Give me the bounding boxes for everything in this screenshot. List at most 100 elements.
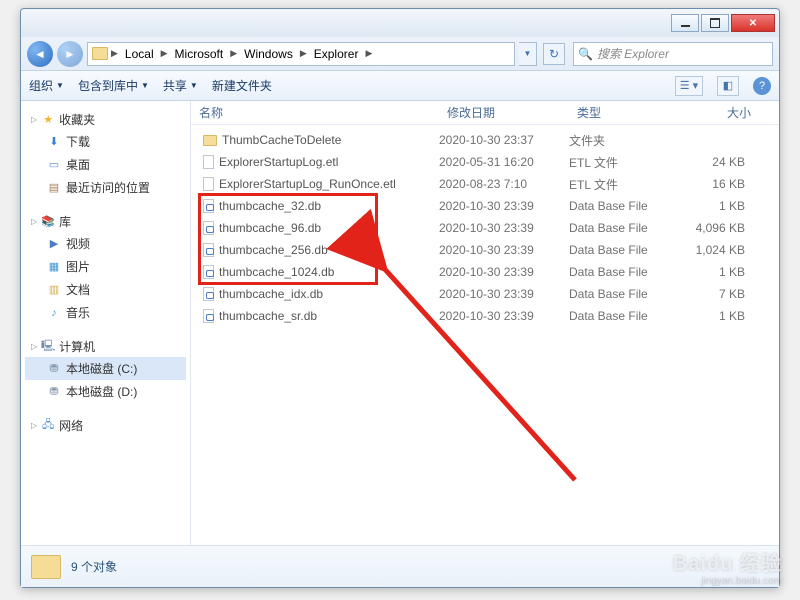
file-row[interactable]: ExplorerStartupLog_RunOnce.etl 2020-08-23… bbox=[191, 173, 779, 195]
file-row[interactable]: thumbcache_32.db 2020-10-30 23:39Data Bas… bbox=[191, 195, 779, 217]
search-placeholder: 搜索 Explorer bbox=[597, 45, 669, 62]
minimize-button[interactable] bbox=[671, 14, 699, 32]
forward-button[interactable]: ► bbox=[57, 41, 83, 67]
file-type: Data Base File bbox=[569, 287, 679, 301]
file-date: 2020-10-30 23:39 bbox=[439, 221, 569, 235]
file-size: 16 KB bbox=[679, 177, 759, 191]
header-type[interactable]: 类型 bbox=[569, 104, 679, 121]
computer-group[interactable]: ▷🖳计算机 bbox=[25, 336, 186, 357]
file-type: Data Base File bbox=[569, 199, 679, 213]
status-count: 9 个对象 bbox=[71, 558, 117, 575]
file-type: ETL 文件 bbox=[569, 154, 679, 171]
help-button[interactable]: ? bbox=[753, 77, 771, 95]
file-name: thumbcache_96.db bbox=[219, 221, 321, 235]
file-row[interactable]: thumbcache_idx.db2020-10-30 23:39Data Ba… bbox=[191, 283, 779, 305]
sidebar-item-desktop[interactable]: ▭桌面 bbox=[25, 153, 186, 176]
file-row[interactable]: thumbcache_1024.db 2020-10-30 23:39Data B… bbox=[191, 261, 779, 283]
sidebar-item-documents[interactable]: ▥文档 bbox=[25, 278, 186, 301]
file-size: 1 KB bbox=[679, 265, 759, 279]
download-icon: ⬇ bbox=[47, 135, 61, 149]
file-size: 7 KB bbox=[679, 287, 759, 301]
file-size: 1,024 KB bbox=[679, 243, 759, 257]
file-size: 1 KB bbox=[679, 199, 759, 213]
file-name: thumbcache_1024.db bbox=[219, 265, 334, 279]
db-icon bbox=[203, 309, 214, 323]
file-size: 1 KB bbox=[679, 309, 759, 323]
file-date: 2020-10-30 23:39 bbox=[439, 199, 569, 213]
music-icon: ♪ bbox=[47, 306, 61, 320]
new-folder-button[interactable]: 新建文件夹 bbox=[212, 77, 272, 94]
folder-icon bbox=[92, 47, 108, 60]
crumb-local[interactable]: Local bbox=[121, 43, 158, 65]
libraries-group[interactable]: ▷📚库 bbox=[25, 211, 186, 232]
sidebar-item-music[interactable]: ♪音乐 bbox=[25, 301, 186, 324]
sidebar-item-disk-d[interactable]: ⛃本地磁盘 (D:) bbox=[25, 380, 186, 403]
chevron-icon: ▶ bbox=[158, 48, 171, 59]
crumb-explorer[interactable]: Explorer bbox=[310, 43, 363, 65]
back-button[interactable]: ◄ bbox=[27, 41, 53, 67]
picture-icon: ▦ bbox=[47, 260, 61, 274]
history-dropdown[interactable]: ▼ bbox=[519, 42, 537, 66]
library-icon: 📚 bbox=[41, 215, 55, 229]
navigation-pane: ▷★收藏夹 ⬇下载 ▭桌面 ▤最近访问的位置 ▷📚库 ▶视频 ▦图片 ▥文档 ♪… bbox=[21, 101, 191, 545]
navbar: ◄ ► ▶ Local ▶ Microsoft ▶ Windows ▶ Expl… bbox=[21, 37, 779, 71]
recent-icon: ▤ bbox=[47, 181, 61, 195]
file-type: Data Base File bbox=[569, 309, 679, 323]
share-menu[interactable]: 共享▼ bbox=[163, 77, 198, 94]
sidebar-item-recent[interactable]: ▤最近访问的位置 bbox=[25, 176, 186, 199]
titlebar bbox=[21, 9, 779, 37]
folder-icon bbox=[31, 555, 61, 579]
network-group[interactable]: ▷🖧网络 bbox=[25, 415, 186, 436]
column-headers: 名称 修改日期 类型 大小 bbox=[191, 101, 779, 125]
file-row[interactable]: thumbcache_256.db2020-10-30 23:39Data Ba… bbox=[191, 239, 779, 261]
organize-menu[interactable]: 组织▼ bbox=[29, 77, 64, 94]
disk-icon: ⛃ bbox=[47, 362, 61, 376]
file-date: 2020-08-23 7:10 bbox=[439, 177, 569, 191]
favorites-group[interactable]: ▷★收藏夹 bbox=[25, 109, 186, 130]
file-name: thumbcache_32.db bbox=[219, 199, 321, 213]
file-date: 2020-10-30 23:39 bbox=[439, 309, 569, 323]
include-library-menu[interactable]: 包含到库中▼ bbox=[78, 77, 149, 94]
chevron-icon: ▶ bbox=[297, 48, 310, 59]
header-date[interactable]: 修改日期 bbox=[439, 104, 569, 121]
chevron-icon: ▶ bbox=[362, 48, 375, 59]
watermark-brand: Baidu 经验 bbox=[673, 552, 782, 576]
sidebar-item-videos[interactable]: ▶视频 bbox=[25, 232, 186, 255]
file-name: ExplorerStartupLog.etl bbox=[219, 155, 338, 169]
file-row[interactable]: thumbcache_96.db 2020-10-30 23:39Data Bas… bbox=[191, 217, 779, 239]
file-row[interactable]: ThumbCacheToDelete2020-10-30 23:37文件夹 bbox=[191, 129, 779, 151]
main-area: ▷★收藏夹 ⬇下载 ▭桌面 ▤最近访问的位置 ▷📚库 ▶视频 ▦图片 ▥文档 ♪… bbox=[21, 101, 779, 545]
file-date: 2020-10-30 23:37 bbox=[439, 133, 569, 147]
header-size[interactable]: 大小 bbox=[679, 104, 759, 121]
file-size: 4,096 KB bbox=[679, 221, 759, 235]
sidebar-item-pictures[interactable]: ▦图片 bbox=[25, 255, 186, 278]
file-name: thumbcache_sr.db bbox=[219, 309, 317, 323]
file-type: Data Base File bbox=[569, 265, 679, 279]
file-type: Data Base File bbox=[569, 221, 679, 235]
close-button[interactable] bbox=[731, 14, 775, 32]
network-icon: 🖧 bbox=[41, 419, 55, 433]
file-list: ThumbCacheToDelete2020-10-30 23:37文件夹Exp… bbox=[191, 125, 779, 545]
header-name[interactable]: 名称 bbox=[191, 104, 439, 121]
maximize-button[interactable] bbox=[701, 14, 729, 32]
file-name: ExplorerStartupLog_RunOnce.etl bbox=[219, 177, 396, 191]
file-list-pane: 名称 修改日期 类型 大小 ThumbCacheToDelete2020-10-… bbox=[191, 101, 779, 545]
crumb-microsoft[interactable]: Microsoft bbox=[171, 43, 228, 65]
sidebar-item-disk-c[interactable]: ⛃本地磁盘 (C:) bbox=[25, 357, 186, 380]
refresh-button[interactable]: ↻ bbox=[543, 43, 565, 65]
file-date: 2020-05-31 16:20 bbox=[439, 155, 569, 169]
chevron-icon: ▶ bbox=[108, 48, 121, 59]
preview-pane-button[interactable]: ◧ bbox=[717, 76, 739, 96]
db-icon bbox=[203, 243, 214, 257]
watermark: Baidu 经验 jingyan.baidu.com bbox=[673, 552, 782, 588]
file-row[interactable]: ExplorerStartupLog.etl 2020-05-31 16:20ET… bbox=[191, 151, 779, 173]
crumb-windows[interactable]: Windows bbox=[240, 43, 297, 65]
file-row[interactable]: thumbcache_sr.db 2020-10-30 23:39Data Bas… bbox=[191, 305, 779, 327]
file-date: 2020-10-30 23:39 bbox=[439, 265, 569, 279]
file-name: thumbcache_256.db bbox=[219, 243, 328, 257]
sidebar-item-downloads[interactable]: ⬇下载 bbox=[25, 130, 186, 153]
view-options-button[interactable]: ☰ ▾ bbox=[675, 76, 703, 96]
breadcrumb[interactable]: ▶ Local ▶ Microsoft ▶ Windows ▶ Explorer… bbox=[87, 42, 515, 66]
search-input[interactable]: 🔍 搜索 Explorer bbox=[573, 42, 773, 66]
file-date: 2020-10-30 23:39 bbox=[439, 243, 569, 257]
